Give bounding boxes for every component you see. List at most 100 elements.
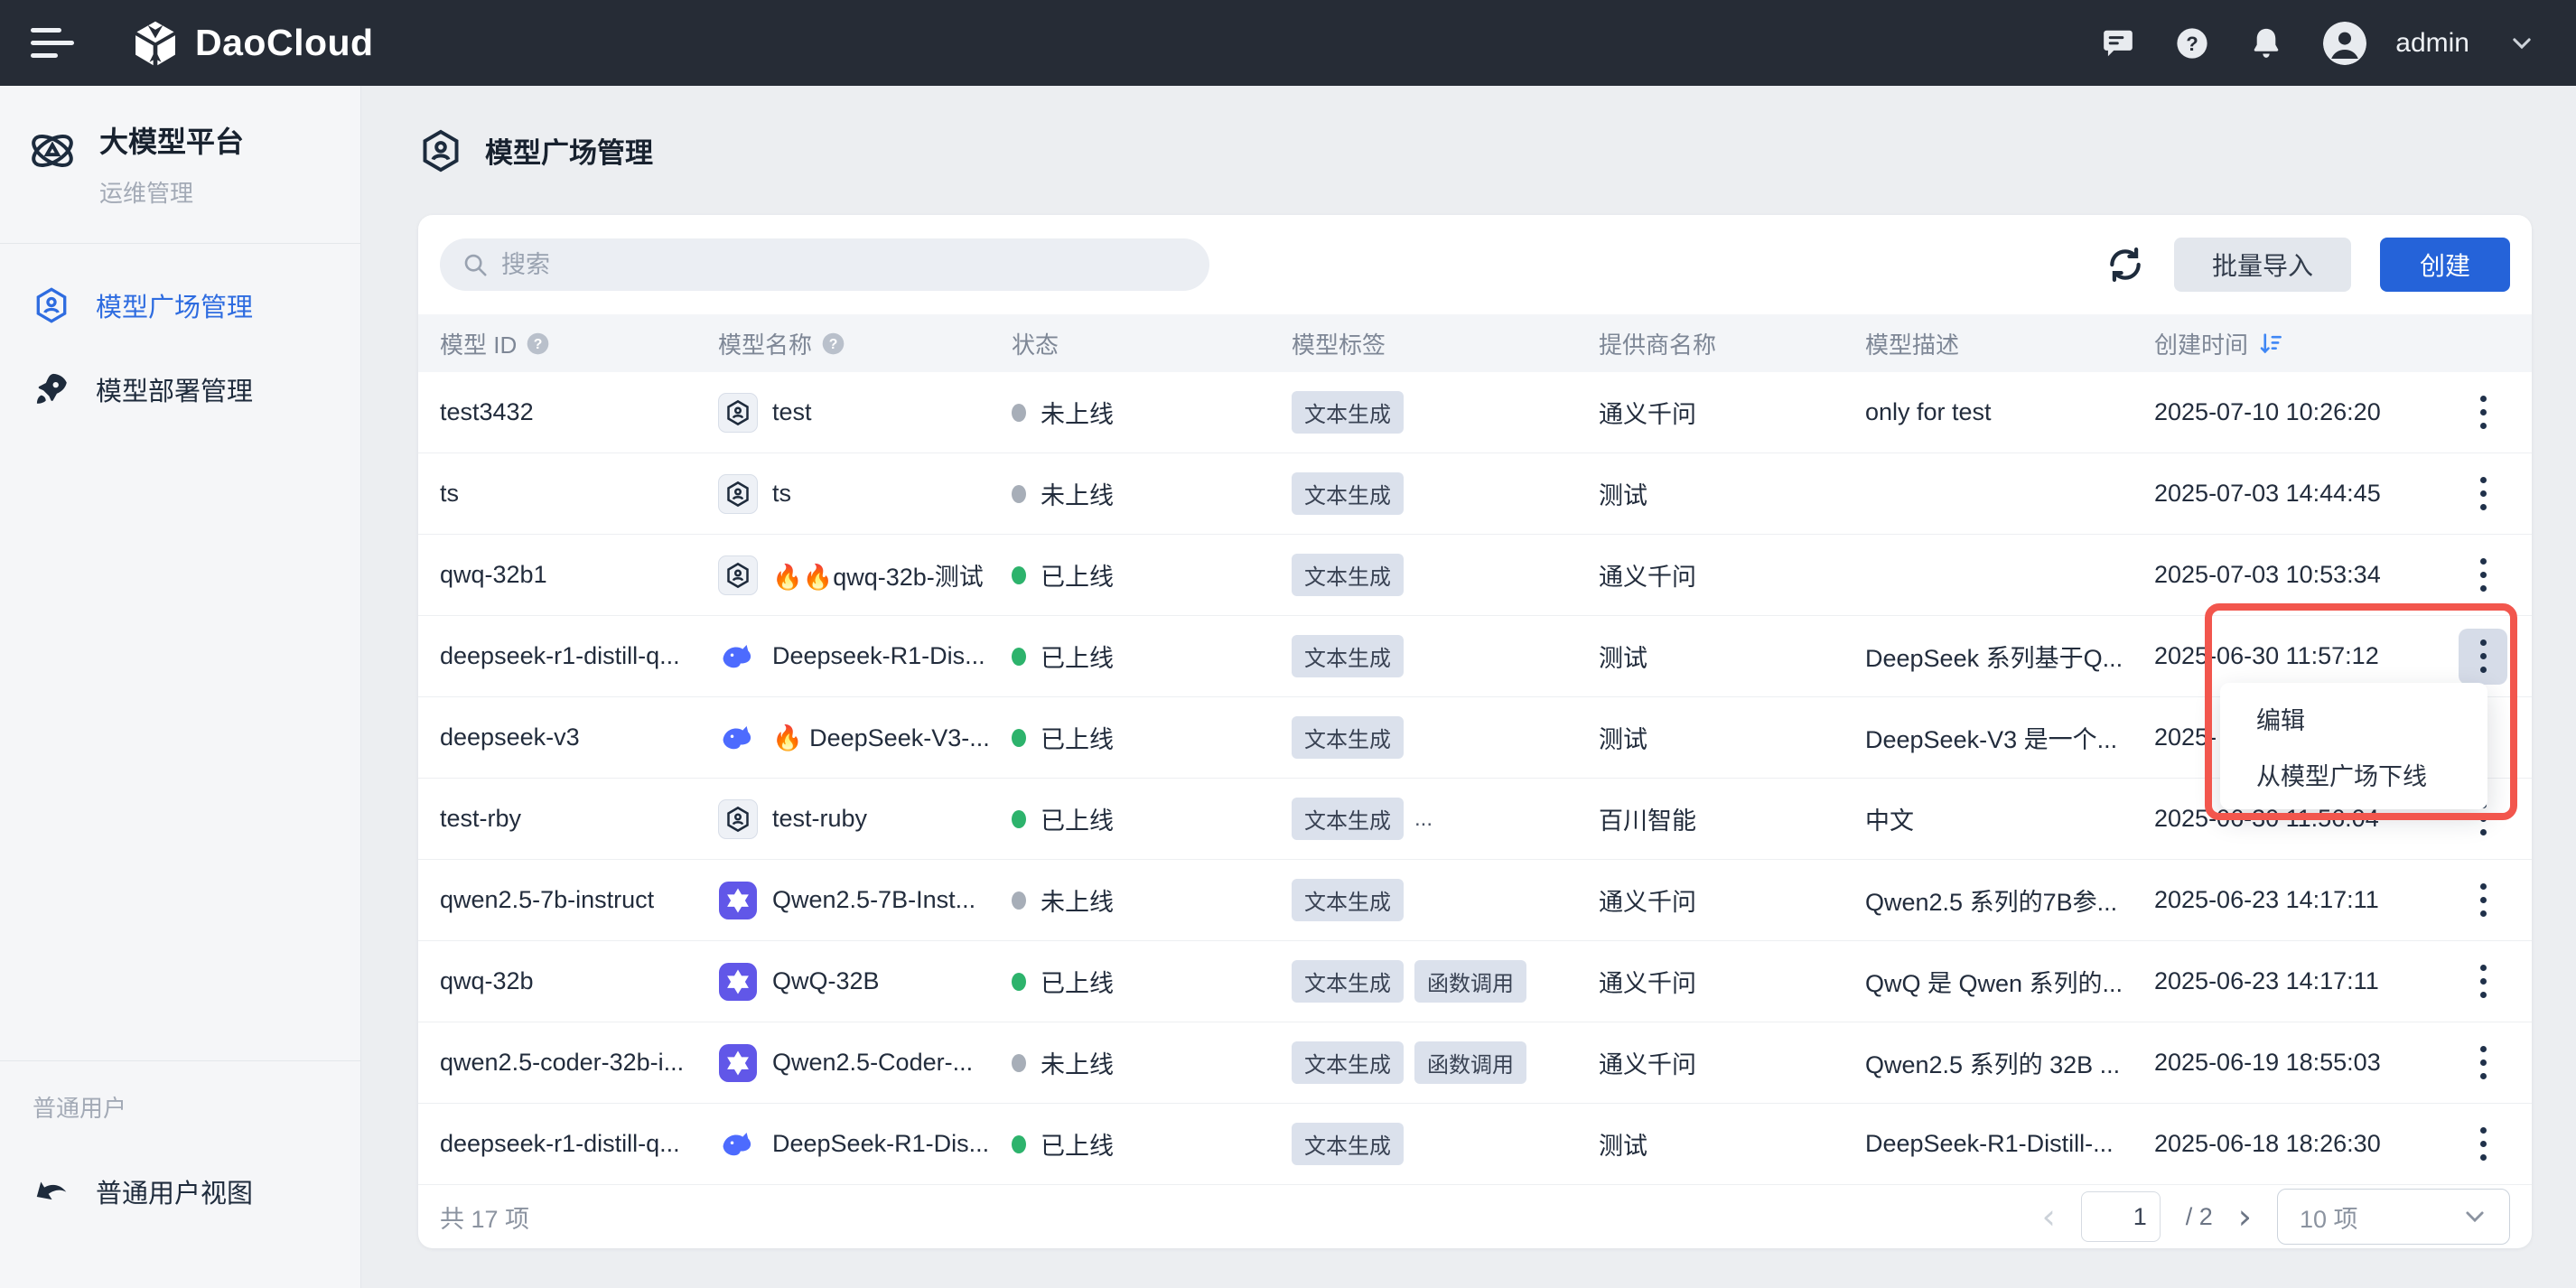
cell-status: 已上线 (1012, 1126, 1292, 1162)
cell-provider: 通义千问 (1599, 557, 1865, 593)
status-dot (1012, 810, 1026, 828)
tags-more-ellipsis: ... (1414, 807, 1433, 832)
cell-created-time: 2025-07-10 10:26:20 (2154, 398, 2434, 426)
toolbar: 批量导入 创建 (418, 215, 2532, 314)
cell-status: 未上线 (1012, 1045, 1292, 1080)
row-actions-kebab-icon[interactable] (2459, 466, 2507, 522)
cell-tags: 文本生成函数调用 (1292, 1041, 1599, 1084)
topbar: DaoCloud ? admin (0, 0, 2576, 86)
cell-status: 已上线 (1012, 720, 1292, 755)
qwen-logo-icon (718, 1043, 758, 1083)
row-actions-kebab-icon[interactable] (2459, 873, 2507, 929)
table-row: test-rbytest-ruby已上线文本生成...百川智能中文2025-06… (418, 779, 2532, 860)
page-header: 模型广场管理 (418, 86, 653, 215)
cell-description: QwQ 是 Qwen 系列的... (1865, 964, 2154, 999)
table-row: qwq-32b1🔥🔥qwq-32b-测试已上线文本生成通义千问2025-07-0… (418, 535, 2532, 616)
svg-text:?: ? (2187, 32, 2199, 54)
cell-model-id: qwq-32b (440, 967, 718, 995)
message-icon[interactable] (2101, 26, 2135, 61)
cell-tags: 文本生成 (1292, 879, 1599, 921)
cell-model-id: qwen2.5-7b-instruct (440, 886, 718, 914)
status-label: 已上线 (1041, 720, 1114, 755)
sidebar-item-label: 模型部署管理 (96, 370, 253, 408)
sidebar-item-model-square[interactable]: 模型广场管理 (0, 264, 360, 348)
batch-import-button[interactable]: 批量导入 (2174, 238, 2351, 292)
status-dot (1012, 566, 1026, 584)
model-tag: 文本生成 (1292, 391, 1404, 434)
help-icon[interactable]: ? (2175, 26, 2209, 61)
cell-model-name: QwQ-32B (718, 962, 1012, 1002)
next-page-button[interactable]: › (2238, 1199, 2252, 1234)
row-actions-kebab-icon[interactable] (2459, 1035, 2507, 1091)
menu-item-edit[interactable]: 编辑 (2220, 690, 2487, 746)
cell-tags: 文本生成 (1292, 1123, 1599, 1165)
cell-provider: 通义千问 (1599, 1045, 1865, 1080)
model-tag: 文本生成 (1292, 716, 1404, 759)
model-tag: 文本生成 (1292, 635, 1404, 677)
cell-status: 未上线 (1012, 476, 1292, 511)
row-actions-kebab-icon[interactable] (2459, 385, 2507, 441)
cell-provider: 通义千问 (1599, 395, 1865, 430)
cell-status: 未上线 (1012, 882, 1292, 918)
cell-model-name: test (718, 393, 1012, 433)
cell-description: Qwen2.5 系列的 32B ... (1865, 1045, 2154, 1080)
cell-provider: 测试 (1599, 720, 1865, 755)
row-actions-kebab-icon[interactable] (2459, 954, 2507, 1010)
row-actions-kebab-icon[interactable] (2459, 547, 2507, 603)
cell-model-name: DeepSeek-R1-Dis... (718, 1125, 1012, 1164)
cell-model-id: deepseek-r1-distill-q... (440, 1130, 718, 1158)
table-row: deepseek-v3🔥 DeepSeek-V3-...已上线文本生成测试Dee… (418, 697, 2532, 779)
page-number-input[interactable] (2081, 1191, 2161, 1242)
cell-model-name: ts (718, 474, 1012, 514)
cell-description: only for test (1865, 398, 2154, 426)
table-row: qwen2.5-coder-32b-i...Qwen2.5-Coder-...未… (418, 1022, 2532, 1104)
brand: DaoCloud (130, 18, 374, 69)
deepseek-whale-icon (718, 637, 758, 677)
sidebar-item-normal-user-view[interactable]: 普通用户视图 (0, 1149, 360, 1233)
chevron-down-icon[interactable] (2509, 31, 2534, 56)
cell-provider: 测试 (1599, 1126, 1865, 1162)
pagination: 共 17 项 ‹ / 2 › 10 项 (418, 1185, 2532, 1248)
cell-created-time: 2025-07-03 10:53:34 (2154, 561, 2434, 589)
sidebar-subtitle: 运维管理 (99, 175, 244, 209)
cell-provider: 测试 (1599, 639, 1865, 674)
sidebar-divider (0, 1060, 360, 1061)
prev-page-button[interactable]: ‹ (2042, 1199, 2056, 1234)
menu-item-offline[interactable]: 从模型广场下线 (2220, 746, 2487, 802)
menu-toggle-icon[interactable] (31, 20, 74, 66)
sidebar-menu: 模型广场管理 模型部署管理 (0, 264, 360, 432)
svg-text:?: ? (534, 337, 543, 352)
status-label: 已上线 (1041, 801, 1114, 836)
bell-icon[interactable] (2249, 26, 2283, 61)
model-tag: 文本生成 (1292, 1041, 1404, 1084)
sort-desc-icon[interactable] (2257, 330, 2284, 357)
refresh-icon[interactable] (2105, 245, 2145, 285)
pagination-controls: ‹ / 2 › 10 项 (2042, 1189, 2510, 1245)
column-header: 模型 ID? (440, 327, 718, 360)
username[interactable]: admin (2395, 28, 2469, 59)
status-label: 未上线 (1041, 882, 1114, 918)
cell-provider: 通义千问 (1599, 882, 1865, 918)
hexagon-user-icon (33, 286, 70, 324)
search-input[interactable] (501, 251, 1188, 279)
page-size-select[interactable]: 10 项 (2277, 1189, 2510, 1245)
total-count: 共 17 项 (440, 1199, 529, 1235)
svg-text:?: ? (829, 337, 838, 352)
column-header: 提供商名称 (1599, 327, 1865, 360)
search-box[interactable] (440, 238, 1209, 291)
row-actions-menu: 编辑从模型广场下线 (2220, 683, 2487, 809)
row-actions-kebab-icon[interactable] (2459, 629, 2507, 685)
help-icon: ? (526, 331, 550, 356)
cell-description: DeepSeek-V3 是一个... (1865, 720, 2154, 755)
table-row: qwen2.5-7b-instructQwen2.5-7B-Inst...未上线… (418, 860, 2532, 941)
model-tag: 函数调用 (1414, 960, 1526, 1003)
row-actions-kebab-icon[interactable] (2459, 1116, 2507, 1172)
sidebar-item-model-deploy[interactable]: 模型部署管理 (0, 348, 360, 432)
status-dot (1012, 973, 1026, 991)
model-tag: 文本生成 (1292, 472, 1404, 515)
column-header: 模型标签 (1292, 327, 1599, 360)
model-default-hexagon-icon (718, 555, 758, 595)
avatar[interactable] (2323, 22, 2366, 65)
cell-tags: 文本生成 (1292, 635, 1599, 677)
create-button[interactable]: 创建 (2380, 238, 2510, 292)
